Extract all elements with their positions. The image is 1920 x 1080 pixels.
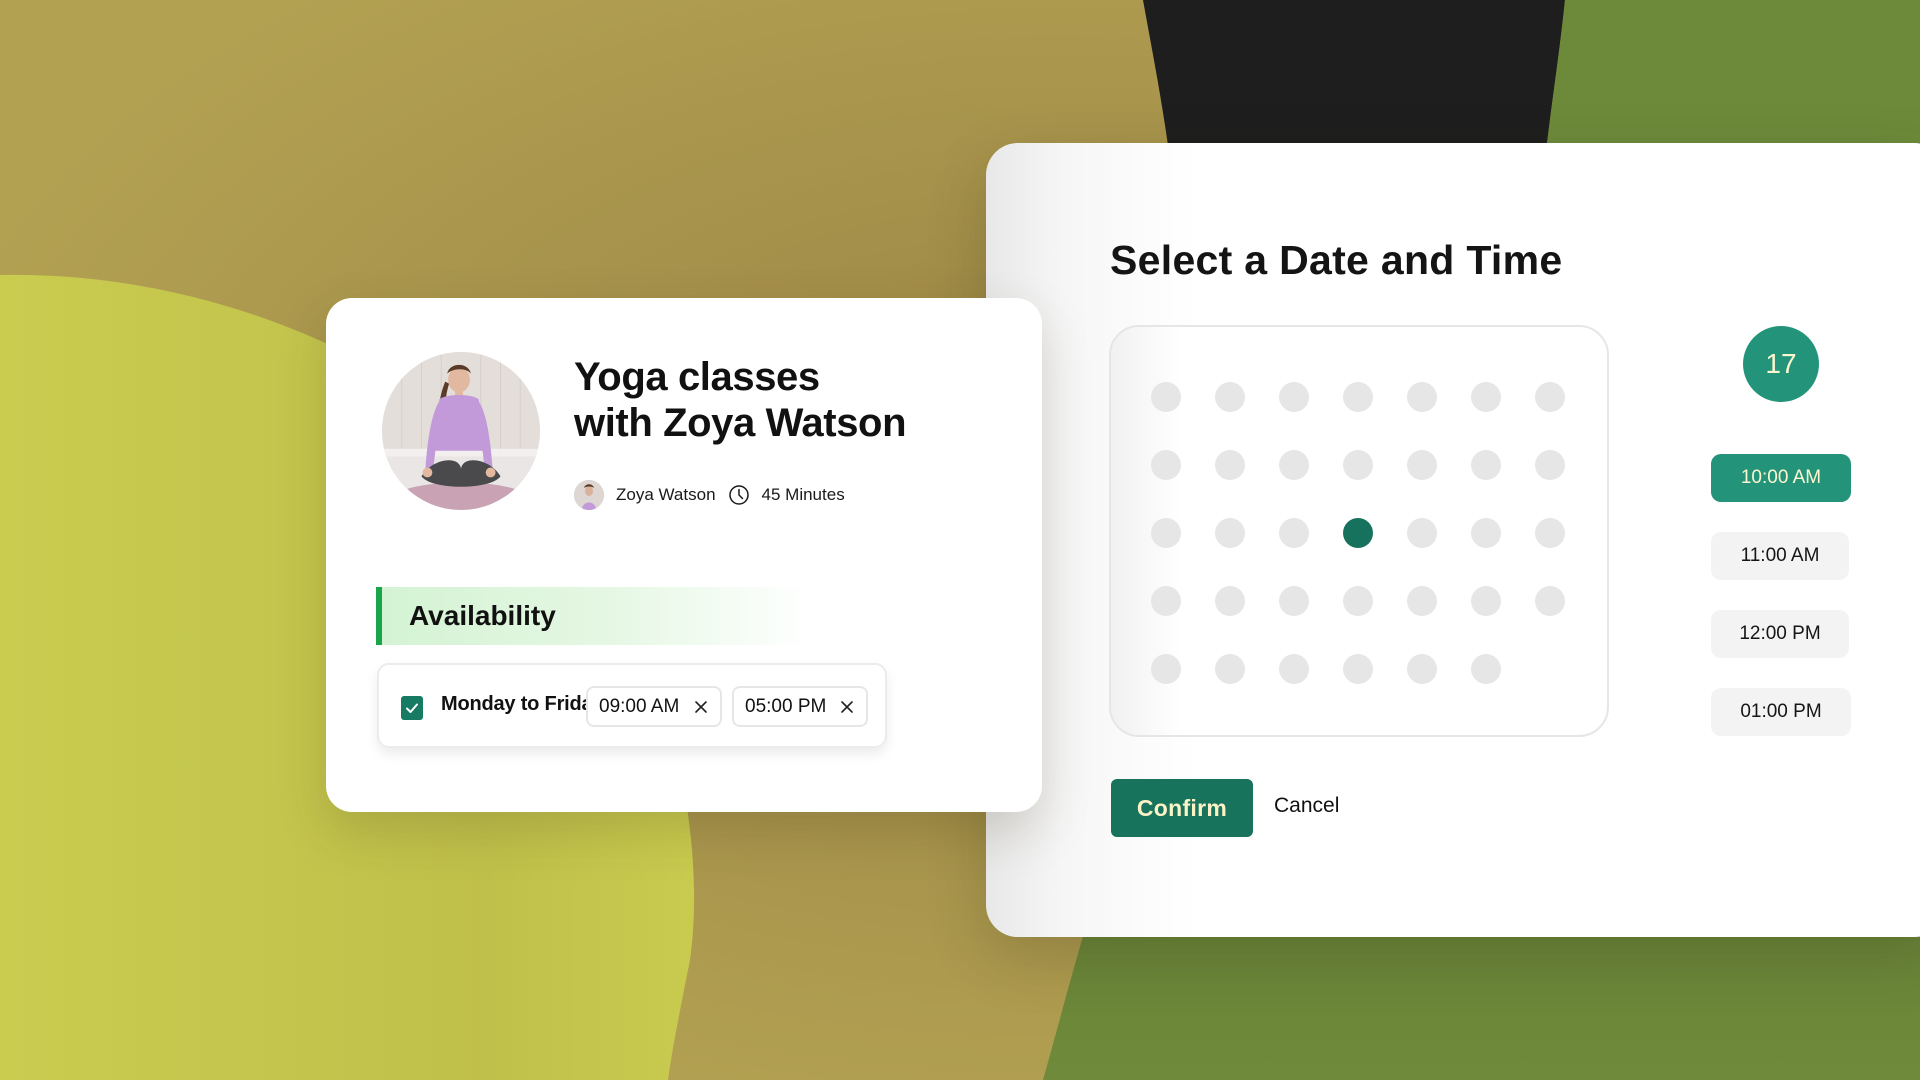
calendar-day[interactable]	[1279, 518, 1309, 548]
calendar-day-selected[interactable]	[1343, 518, 1373, 548]
calendar-day[interactable]	[1471, 382, 1501, 412]
checkmark-icon	[406, 703, 418, 713]
cancel-button[interactable]: Cancel	[1274, 794, 1339, 818]
calendar-day[interactable]	[1471, 654, 1501, 684]
time-slot-10am[interactable]: 10:00 AM	[1711, 454, 1851, 502]
instructor-photo	[382, 352, 540, 510]
calendar-day[interactable]	[1407, 654, 1437, 684]
clear-start-time-icon[interactable]	[694, 700, 708, 714]
calendar-day[interactable]	[1535, 586, 1565, 616]
calendar-day[interactable]	[1215, 654, 1245, 684]
availability-row: Monday to Friday 09:00 AM 05:00 PM	[377, 663, 887, 748]
calendar-day[interactable]	[1343, 450, 1373, 480]
picker-title: Select a Date and Time	[1110, 237, 1563, 283]
calendar-day[interactable]	[1471, 586, 1501, 616]
calendar-day[interactable]	[1343, 654, 1373, 684]
calendar-day[interactable]	[1535, 382, 1565, 412]
calendar-day[interactable]	[1279, 586, 1309, 616]
start-time-input[interactable]: 09:00 AM	[586, 686, 722, 727]
calendar-day[interactable]	[1535, 450, 1565, 480]
class-title-line-1: Yoga classes	[574, 355, 820, 399]
calendar-day[interactable]	[1471, 450, 1501, 480]
calendar-day[interactable]	[1343, 586, 1373, 616]
end-time-value: 05:00 PM	[745, 695, 827, 717]
calendar-day[interactable]	[1215, 450, 1245, 480]
calendar-day[interactable]	[1535, 518, 1565, 548]
confirm-button[interactable]: Confirm	[1111, 779, 1253, 837]
date-time-picker-card: Select a Date and Time 17 10:00 AM 11:00…	[986, 143, 1920, 937]
clear-end-time-icon[interactable]	[840, 700, 854, 714]
meditating-woman-image	[382, 352, 540, 510]
background-green-shape-top	[1545, 0, 1920, 160]
class-info-card: Yoga classes with Zoya Watson Zoya Watso…	[326, 298, 1042, 812]
start-time-value: 09:00 AM	[599, 695, 680, 717]
days-label: Monday to Friday	[441, 693, 604, 715]
class-duration: 45 Minutes	[761, 485, 845, 504]
calendar-day[interactable]	[1151, 450, 1181, 480]
time-slot-11am[interactable]: 11:00 AM	[1711, 532, 1849, 580]
selected-date-badge: 17	[1743, 326, 1819, 402]
end-time-input[interactable]: 05:00 PM	[732, 686, 868, 727]
instructor-name: Zoya Watson	[616, 485, 716, 504]
clock-icon	[728, 485, 749, 505]
calendar-day[interactable]	[1151, 654, 1181, 684]
calendar-day[interactable]	[1151, 518, 1181, 548]
calendar-day[interactable]	[1151, 586, 1181, 616]
calendar-day[interactable]	[1407, 450, 1437, 480]
calendar-day[interactable]	[1279, 450, 1309, 480]
class-title-line-2: with Zoya Watson	[574, 401, 907, 445]
background-dark-shape	[1143, 0, 1565, 160]
avatar-image	[574, 480, 604, 510]
calendar-day[interactable]	[1407, 518, 1437, 548]
instructor-avatar	[574, 480, 604, 510]
calendar-day[interactable]	[1279, 654, 1309, 684]
calendar-day[interactable]	[1151, 382, 1181, 412]
calendar-day[interactable]	[1279, 382, 1309, 412]
calendar-day[interactable]	[1407, 382, 1437, 412]
calendar-grid	[1109, 325, 1609, 737]
weekdays-checkbox[interactable]	[401, 696, 423, 720]
calendar-day[interactable]	[1215, 518, 1245, 548]
availability-heading: Availability	[376, 587, 812, 645]
time-slot-1pm[interactable]: 01:00 PM	[1711, 688, 1851, 736]
calendar-day[interactable]	[1471, 518, 1501, 548]
calendar-day[interactable]	[1343, 382, 1373, 412]
calendar-day[interactable]	[1407, 586, 1437, 616]
time-slot-12pm[interactable]: 12:00 PM	[1711, 610, 1849, 658]
class-meta: Zoya Watson 45 Minutes	[574, 479, 845, 511]
calendar-day[interactable]	[1215, 586, 1245, 616]
calendar-day[interactable]	[1215, 382, 1245, 412]
class-title: Yoga classes with Zoya Watson	[574, 354, 994, 446]
